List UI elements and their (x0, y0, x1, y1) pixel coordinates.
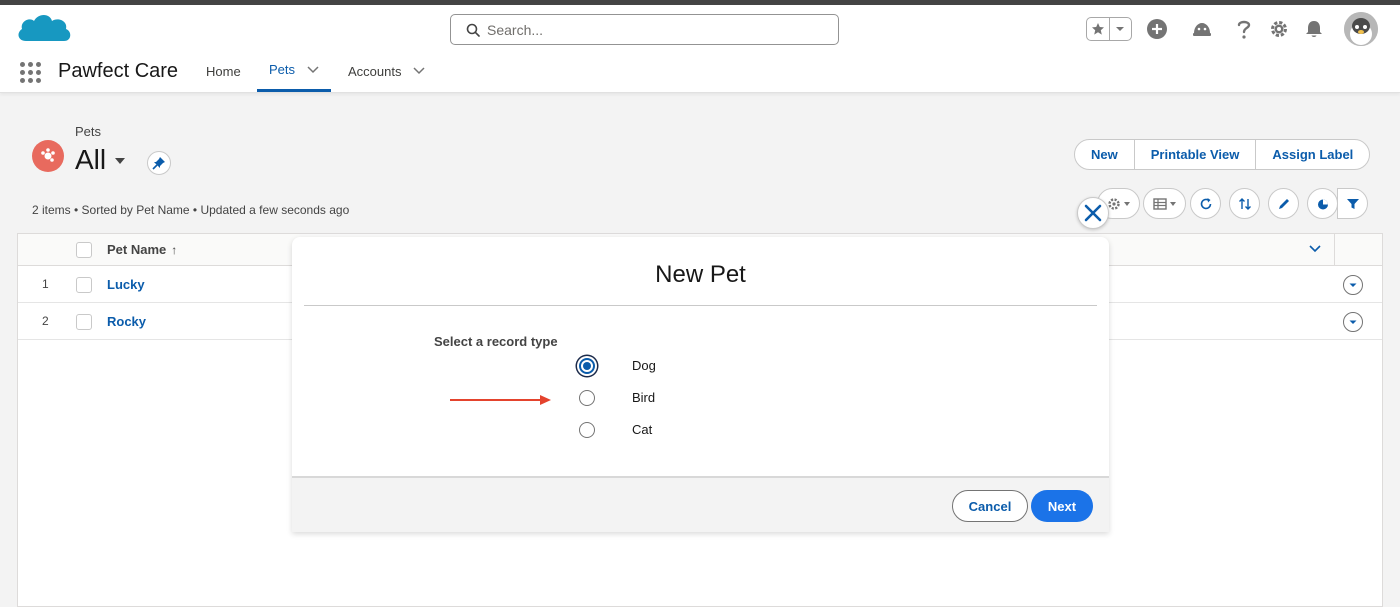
record-type-option-bird[interactable]: Bird (579, 388, 779, 410)
modal-close-button[interactable] (1077, 197, 1109, 229)
radio-button-dog[interactable] (579, 358, 595, 374)
modal-footer: Cancel Next (292, 476, 1109, 532)
radio-button-cat[interactable] (579, 422, 595, 438)
radio-label[interactable]: Bird (632, 390, 655, 405)
new-pet-modal: New Pet Select a record type Dog Bird Ca… (292, 237, 1109, 532)
radio-label[interactable]: Dog (632, 358, 656, 373)
record-type-option-cat[interactable]: Cat (579, 420, 779, 442)
close-icon (1084, 204, 1102, 222)
radio-label[interactable]: Cat (632, 422, 652, 437)
record-type-option-dog[interactable]: Dog (579, 356, 779, 378)
next-button[interactable]: Next (1031, 490, 1093, 522)
cancel-button[interactable]: Cancel (952, 490, 1028, 522)
modal-header-divider (304, 305, 1097, 306)
annotation-arrow-icon (450, 395, 551, 405)
radio-button-bird[interactable] (579, 390, 595, 406)
modal-title: New Pet (655, 261, 746, 288)
record-type-legend: Select a record type (434, 334, 558, 349)
